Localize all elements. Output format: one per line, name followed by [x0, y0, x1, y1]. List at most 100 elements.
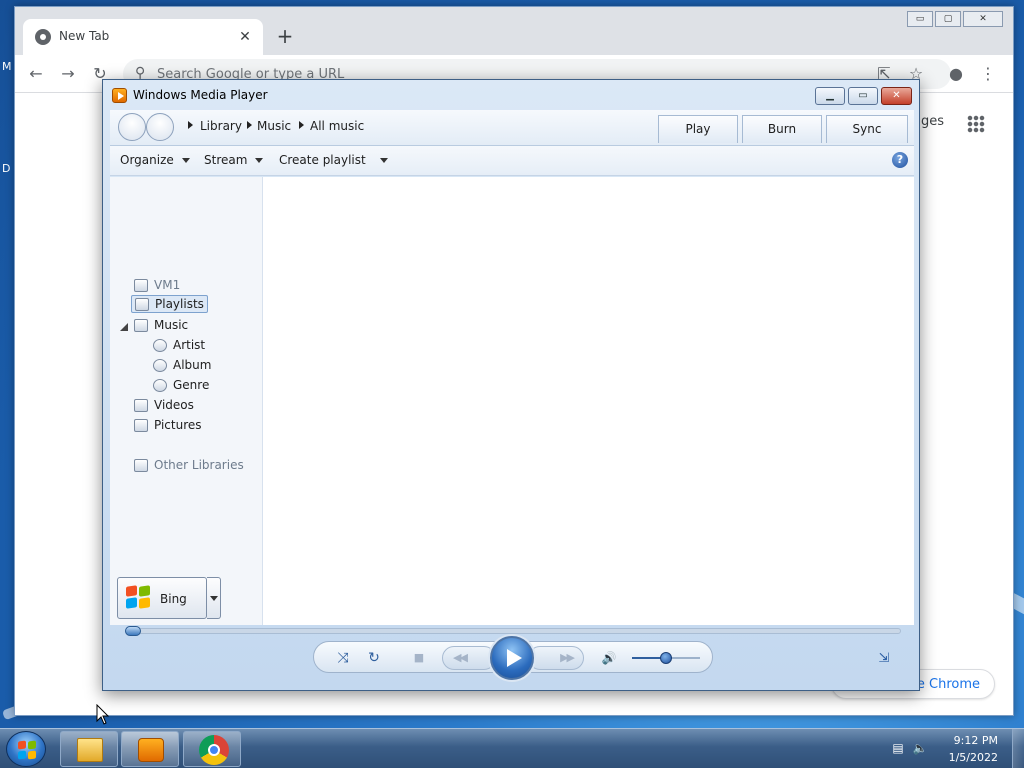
switch-to-now-playing-icon[interactable]: ⇲: [875, 652, 893, 666]
tree-item-artist[interactable]: Artist: [153, 336, 205, 354]
chevron-down-icon: [379, 158, 388, 163]
library-content-area[interactable]: [263, 177, 914, 625]
volume-slider-handle[interactable]: [660, 652, 672, 664]
taskbar-file-explorer[interactable]: [60, 731, 118, 767]
tab-sync[interactable]: Sync: [826, 115, 908, 143]
chrome-maximize-button[interactable]: ▢: [935, 11, 961, 27]
play-button[interactable]: [490, 636, 534, 680]
wmp-app-icon: [112, 88, 127, 103]
start-button[interactable]: [6, 731, 46, 767]
tab-burn[interactable]: Burn: [742, 115, 822, 143]
user-library-icon: [134, 278, 148, 292]
chrome-tabstrip: New Tab ✕ + ▭ ▢ ✕: [15, 7, 1013, 55]
seek-bar[interactable]: [125, 626, 901, 636]
tree-item-playlists[interactable]: Playlists: [131, 295, 208, 313]
tree-item-vm1[interactable]: VM1: [134, 276, 180, 294]
new-tab-button[interactable]: +: [273, 24, 297, 48]
organize-label: Organize: [120, 153, 174, 167]
desktop-icon-label[interactable]: D: [2, 162, 10, 175]
stream-menu[interactable]: Stream: [204, 153, 264, 167]
tree-item-music[interactable]: Music: [134, 316, 188, 334]
music-note-icon: [134, 318, 148, 332]
forward-icon[interactable]: →: [57, 63, 79, 85]
breadcrumb-library[interactable]: Library: [200, 119, 242, 133]
breadcrumb-arrow-icon[interactable]: [247, 121, 252, 129]
taskbar-google-chrome[interactable]: [183, 731, 241, 767]
tree-item-label: Videos: [154, 398, 194, 412]
stop-icon[interactable]: ■: [410, 649, 428, 667]
profile-avatar-icon[interactable]: ●: [945, 63, 967, 85]
playlist-icon: [135, 297, 149, 311]
create-playlist-menu[interactable]: Create playlist: [279, 153, 388, 167]
chrome-favicon-icon: [35, 29, 51, 45]
clock-date[interactable]: 1/5/2022: [928, 751, 998, 764]
chrome-close-button[interactable]: ✕: [963, 11, 1003, 27]
folder-icon: [77, 738, 103, 762]
mouse-cursor-icon: [96, 704, 110, 725]
seek-slider-handle[interactable]: [125, 626, 141, 636]
other-libraries-icon: [134, 458, 148, 472]
desktop-icon-label[interactable]: M: [2, 60, 12, 73]
chrome-menu-icon[interactable]: ⋮: [977, 63, 999, 85]
tree-item-label: Playlists: [155, 297, 204, 311]
wmp-close-button[interactable]: ✕: [881, 87, 912, 105]
back-icon[interactable]: ←: [25, 63, 47, 85]
tree-item-label: Artist: [173, 338, 206, 352]
breadcrumb-all-music[interactable]: All music: [310, 119, 364, 133]
breadcrumb-arrow-icon[interactable]: [299, 121, 304, 129]
chrome-tab-title: New Tab: [59, 29, 110, 43]
taskbar: ▤ 🔈 9:12 PM 1/5/2022: [0, 728, 1024, 768]
wmp-title-bar[interactable]: Windows Media Player ▁ ▭ ✕: [103, 80, 919, 108]
wmp-command-bar: Organize Stream Create playlist ?: [110, 146, 914, 176]
chevron-down-icon: [255, 158, 264, 163]
tree-item-videos[interactable]: Videos: [134, 396, 194, 414]
tree-item-label: Pictures: [154, 418, 202, 432]
wmp-navigation-bar: Library Music All music Play Burn Sync: [110, 110, 914, 146]
expand-arrow-icon[interactable]: [120, 323, 128, 331]
windows-logo-icon: [18, 740, 36, 760]
organize-menu[interactable]: Organize: [120, 153, 190, 167]
bing-label: Bing: [160, 592, 187, 606]
wmp-minimize-button[interactable]: ▁: [815, 87, 845, 105]
picture-icon: [134, 418, 148, 432]
wmp-maximize-button[interactable]: ▭: [848, 87, 878, 105]
repeat-icon[interactable]: ↻: [365, 649, 383, 667]
mute-icon[interactable]: 🔊: [600, 649, 618, 667]
forward-button[interactable]: [146, 113, 174, 141]
system-tray: ▤ 🔈 9:12 PM 1/5/2022: [884, 729, 1024, 768]
tab-play[interactable]: Play: [658, 115, 738, 143]
chrome-logo-center: [208, 744, 220, 756]
volume-slider[interactable]: [632, 652, 700, 664]
shuffle-icon[interactable]: ⤨: [334, 649, 352, 667]
video-film-icon: [134, 398, 148, 412]
bing-dropdown-button[interactable]: [207, 577, 221, 619]
breadcrumb-music[interactable]: Music: [257, 119, 291, 133]
previous-button[interactable]: ◀◀: [442, 646, 496, 670]
taskbar-windows-media-player[interactable]: [121, 731, 179, 767]
network-icon[interactable]: ▤: [890, 741, 906, 755]
breadcrumb-arrow-icon[interactable]: [188, 121, 193, 129]
genre-icon: [153, 378, 167, 392]
tree-item-genre[interactable]: Genre: [153, 376, 209, 394]
show-desktop-button[interactable]: [1012, 729, 1024, 768]
chrome-tab-new-tab[interactable]: New Tab ✕: [23, 19, 263, 55]
back-button[interactable]: [118, 113, 146, 141]
tree-item-other-libraries[interactable]: Other Libraries: [134, 456, 244, 474]
tree-item-pictures[interactable]: Pictures: [134, 416, 202, 434]
library-navigation-pane: VM1 Playlists Music Artist Album Genre V…: [110, 177, 263, 625]
tree-item-label: Album: [173, 358, 212, 372]
clock-time[interactable]: 9:12 PM: [928, 734, 998, 747]
next-button[interactable]: ▶▶: [528, 646, 584, 670]
close-tab-icon[interactable]: ✕: [235, 27, 255, 47]
images-link[interactable]: ges: [921, 114, 944, 129]
chevron-down-icon: [181, 158, 190, 163]
volume-icon[interactable]: 🔈: [912, 741, 928, 755]
album-disc-icon: [153, 358, 167, 372]
chrome-minimize-button[interactable]: ▭: [907, 11, 933, 27]
help-icon[interactable]: ?: [892, 152, 908, 168]
chrome-window-controls: ▭ ▢ ✕: [907, 11, 1003, 27]
bing-search-button[interactable]: Bing: [117, 577, 207, 619]
google-apps-icon[interactable]: [967, 115, 985, 133]
tree-item-album[interactable]: Album: [153, 356, 211, 374]
tree-item-label: Other Libraries: [154, 458, 244, 472]
